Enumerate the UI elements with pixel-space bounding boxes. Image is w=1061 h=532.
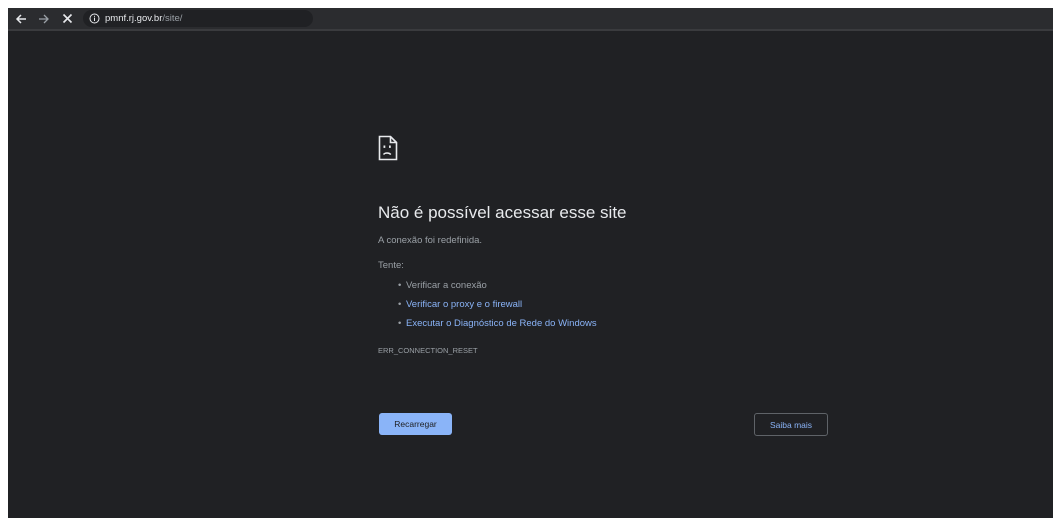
back-button[interactable] [11,9,31,29]
error-content: Não é possível acessar esse site A conex… [378,135,838,355]
suggestion-link[interactable]: Executar o Diagnóstico de Rede do Window… [406,318,597,329]
address-bar[interactable]: pmnf.rj.gov.br/site/ [83,10,313,27]
try-label: Tente: [378,260,404,271]
error-subtitle: A conexão foi redefinida. [378,235,483,246]
info-icon[interactable] [89,13,100,24]
error-code: ERR_CONNECTION_RESET [378,346,478,355]
close-icon [62,13,72,24]
forward-button[interactable] [34,9,54,29]
error-title: Não é possível acessar esse site [378,203,627,222]
sad-page-icon [378,135,398,161]
browser-window: pmnf.rj.gov.br/site/ Não é possível aces… [8,8,1053,518]
arrow-left-icon [15,13,26,24]
suggestion-check-proxy[interactable]: Verificar o proxy e o firewall [398,295,838,314]
suggestions-list: Verificar a conexão Verificar o proxy e … [378,276,838,333]
browser-toolbar: pmnf.rj.gov.br/site/ [8,8,1053,31]
arrow-right-icon [39,14,49,23]
suggestion-check-connection: Verificar a conexão [398,276,838,295]
suggestion-link[interactable]: Verificar o proxy e o firewall [406,299,522,310]
url-host: pmnf.rj.gov.br [105,13,163,24]
url-path: /site/ [162,13,183,24]
reload-button[interactable]: Recarregar [379,413,452,435]
learn-more-button[interactable]: Saiba mais [754,413,828,436]
suggestion-run-diagnostics[interactable]: Executar o Diagnóstico de Rede do Window… [398,314,838,333]
suggestion-label: Verificar a conexão [406,280,487,291]
stop-button[interactable] [57,9,77,29]
